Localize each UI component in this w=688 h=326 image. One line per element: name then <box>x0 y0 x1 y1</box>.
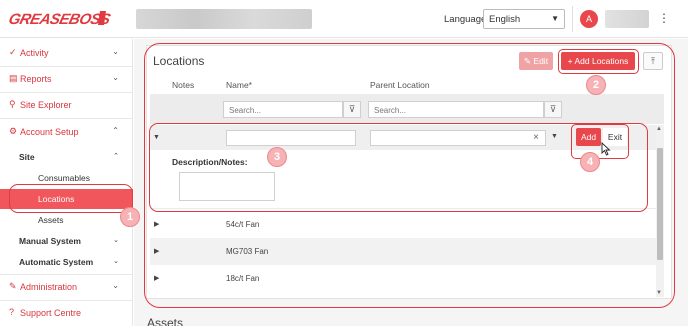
sidebar-item-account-setup[interactable]: ⚙ Account Setup ⌃ <box>0 120 133 144</box>
sidebar-item-label: Account Setup <box>20 127 79 137</box>
sidebar-item-activity[interactable]: ✓ Activity ⌄ <box>0 41 133 65</box>
sidebar-item-label: Support Centre <box>20 308 82 318</box>
sidebar-item-manual-system[interactable]: Manual System ⌄ <box>0 231 133 251</box>
app-window: GREASEBOSS Language: English ▼ A ⋮ ✓ Act… <box>0 0 688 326</box>
check-icon: ✓ <box>9 47 17 57</box>
search-icon: ⚲ <box>9 99 16 109</box>
sidebar-item-label: Administration <box>20 282 78 292</box>
sidebar-item-label: Assets <box>38 215 64 225</box>
language-select[interactable]: English ▼ <box>483 9 565 29</box>
sidebar-item-label: Site Explorer <box>20 100 72 110</box>
help-icon: ? <box>9 307 15 317</box>
svg-text:GREASEBOSS: GREASEBOSS <box>7 11 112 28</box>
sidebar-item-reports[interactable]: ▤ Reports ⌄ <box>0 67 133 91</box>
divider <box>572 6 573 32</box>
avatar[interactable]: A <box>580 10 598 28</box>
pencil-icon: ✎ <box>9 281 17 291</box>
sidebar-item-label: Consumables <box>38 173 90 183</box>
redacted-user-name <box>605 10 649 28</box>
assets-title: Assets <box>147 316 184 326</box>
sidebar-item-administration[interactable]: ✎ Administration ⌄ <box>0 275 133 299</box>
annotation-box-4 <box>571 124 629 159</box>
chevron-up-icon: ⌃ <box>112 126 119 135</box>
annotation-badge-3: 3 <box>267 147 287 167</box>
chevron-down-icon: ▼ <box>551 14 559 23</box>
more-options-icon[interactable]: ⋮ <box>658 11 670 25</box>
sidebar-item-support-centre[interactable]: ? Support Centre <box>0 301 133 325</box>
sidebar-item-label: Site <box>19 152 35 162</box>
redacted-site-name <box>136 9 312 29</box>
chevron-down-icon: ⌄ <box>113 258 119 265</box>
gear-icon: ⚙ <box>9 126 18 136</box>
sidebar-item-site-explorer[interactable]: ⚲ Site Explorer <box>0 93 133 117</box>
sidebar-item-label: Activity <box>20 48 49 58</box>
top-bar: GREASEBOSS Language: English ▼ A ⋮ <box>0 0 688 38</box>
sidebar-item-site[interactable]: Site ⌃ <box>0 147 133 167</box>
sidebar: ✓ Activity ⌄ ▤ Reports ⌄ ⚲ Site Explorer… <box>0 39 133 326</box>
chevron-down-icon: ⌄ <box>112 281 119 290</box>
chevron-down-icon: ⌄ <box>112 47 119 56</box>
chevron-down-icon: ⌄ <box>113 237 119 244</box>
chevron-down-icon: ⌄ <box>112 73 119 82</box>
greaseboss-logo[interactable]: GREASEBOSS <box>6 7 112 31</box>
report-icon: ▤ <box>9 73 18 83</box>
mouse-cursor-icon <box>601 142 611 156</box>
annotation-box-1 <box>9 184 133 213</box>
sidebar-item-label: Manual System <box>19 236 81 246</box>
sidebar-item-assets[interactable]: Assets <box>0 210 133 230</box>
sidebar-item-label: Reports <box>20 74 52 84</box>
annotation-badge-1: 1 <box>120 207 140 227</box>
sidebar-item-automatic-system[interactable]: Automatic System ⌄ <box>0 252 133 272</box>
language-value: English <box>489 14 521 25</box>
chevron-up-icon: ⌃ <box>113 153 119 160</box>
annotation-badge-4: 4 <box>580 152 600 172</box>
sidebar-item-label: Automatic System <box>19 257 94 267</box>
divider <box>0 118 133 119</box>
